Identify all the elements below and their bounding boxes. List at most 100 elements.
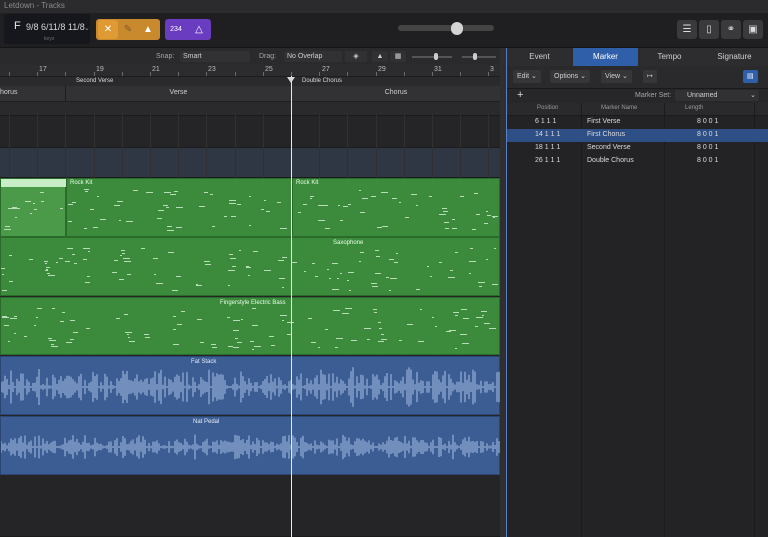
list-icon[interactable]: ▤ [743, 70, 758, 83]
lcd-display[interactable]: F 9/8 6/11/8 11/8 keys ⌄ [4, 14, 90, 44]
midi-note [455, 348, 457, 349]
midi-note [332, 289, 339, 290]
tracks-toolbar: Snap: Smart Drag: No Overlap ◈ ▲ ▦ [0, 48, 500, 66]
midi-note [261, 209, 264, 210]
midi-note [46, 269, 48, 270]
bar-ruler[interactable]: 17 19 21 23 25 27 29 31 3 [0, 65, 500, 77]
tab-signature[interactable]: Signature [702, 48, 767, 66]
midi-note [282, 320, 284, 321]
midi-note [325, 228, 330, 229]
midi-note [472, 229, 476, 230]
midi-note [252, 308, 256, 309]
midi-note [469, 261, 476, 262]
library-icon[interactable]: ▣ [743, 20, 763, 39]
midi-note [157, 218, 162, 219]
ruler-bar-number: 3 [490, 66, 494, 73]
loop-browser-icon[interactable]: ⚭ [721, 20, 741, 39]
midi-note [145, 337, 150, 338]
midi-note [46, 267, 50, 268]
tuner-icon[interactable]: △ [189, 20, 209, 39]
midi-note [51, 344, 54, 345]
drag-dropdown[interactable]: No Overlap [284, 51, 342, 62]
column-marker-name[interactable]: Marker Name [601, 105, 637, 111]
midi-note [375, 250, 379, 251]
region-nat-pedal[interactable]: Nat Pedal [0, 416, 500, 475]
midi-note [372, 286, 378, 287]
midi-note [128, 337, 130, 338]
list-item[interactable]: 6 1 1 1 First Verse 8 0 0 1 [507, 116, 768, 129]
region-bass[interactable]: Fingerstyle Electric Bass [0, 297, 500, 355]
master-volume-slider[interactable] [398, 25, 494, 31]
view-menu[interactable]: View ⌄ [601, 70, 632, 83]
arrangement-verse[interactable]: Verse [66, 86, 292, 101]
tab-marker[interactable]: Marker [573, 48, 638, 66]
midi-note [374, 312, 377, 313]
waveform [1, 434, 500, 460]
tab-tempo[interactable]: Tempo [637, 48, 702, 66]
marker-lane[interactable]: Second Verse Double Chorus [0, 77, 500, 86]
column-position[interactable]: Position [537, 105, 558, 111]
marker-set-dropdown[interactable]: Unnamed ⌄ [675, 90, 759, 101]
region-saxophone[interactable]: Saxophone [0, 237, 500, 296]
column-divider [664, 103, 665, 537]
region-rock-kit-2[interactable]: Rock Kit [292, 178, 500, 237]
list-editor-icon[interactable]: ☰ [677, 20, 697, 39]
midi-note [345, 308, 352, 309]
region-rock-kit-1[interactable]: Rock Kit [66, 178, 292, 237]
midi-note [378, 322, 381, 323]
marker-double-chorus[interactable]: Double Chorus [302, 78, 342, 84]
options-menu[interactable]: Options ⌄ [550, 70, 590, 83]
zoom-bar-icon[interactable]: ▦ [390, 51, 406, 62]
midi-note [72, 202, 76, 203]
midi-note [418, 341, 424, 342]
midi-note [310, 198, 312, 199]
midi-note [489, 328, 496, 329]
midi-in-icon[interactable]: ◈ [345, 51, 367, 62]
midi-note [246, 267, 251, 268]
count-in-icon[interactable]: 234 [166, 20, 186, 39]
list-item[interactable]: 14 1 1 1 First Chorus 8 0 0 1 [507, 129, 768, 142]
midi-note [119, 279, 124, 280]
midi-note [386, 277, 389, 278]
notepad-icon[interactable]: ▯ [699, 20, 719, 39]
midi-note [125, 332, 132, 333]
vertical-zoom-knob[interactable] [473, 53, 477, 60]
snap-dropdown[interactable]: Smart [180, 51, 250, 62]
midi-note [318, 347, 320, 348]
midi-note [8, 341, 10, 342]
list-item[interactable]: 26 1 1 1 Double Chorus 8 0 0 1 [507, 155, 768, 168]
arrangement-chorus-2[interactable]: Chorus [292, 86, 500, 101]
column-length[interactable]: Length [685, 105, 703, 111]
chevron-down-icon[interactable]: ⌄ [84, 24, 90, 32]
midi-note [381, 192, 388, 193]
midi-note [329, 278, 331, 279]
midi-note [264, 270, 271, 271]
midi-note [493, 217, 495, 218]
marker-position: 14 1 1 1 [535, 131, 561, 138]
midi-note [114, 205, 120, 206]
region-fat-stack[interactable]: Fat Stack [0, 356, 500, 415]
arrangement-chorus[interactable]: horus [0, 86, 66, 101]
catch-icon[interactable]: ↦ [643, 70, 657, 83]
pencil-icon[interactable]: ✎ [118, 20, 138, 39]
region-drum-left[interactable] [0, 178, 67, 237]
master-volume-knob[interactable] [451, 22, 463, 35]
midi-note [360, 212, 365, 213]
list-item[interactable]: 18 1 1 1 Second Verse 8 0 0 1 [507, 142, 768, 155]
midi-note [450, 270, 453, 271]
edit-menu[interactable]: Edit ⌄ [513, 70, 541, 83]
vertical-zoom-slider[interactable] [462, 56, 496, 58]
metronome-icon[interactable]: ▲ [138, 20, 158, 39]
cycle-icon[interactable]: ✕ [98, 20, 118, 39]
tab-event[interactable]: Event [507, 48, 572, 66]
midi-note [349, 290, 351, 291]
add-marker-button[interactable]: + [517, 89, 523, 101]
marker-second-verse[interactable]: Second Verse [76, 78, 113, 84]
midi-note [33, 203, 35, 204]
zoom-fit-icon[interactable]: ▲ [372, 51, 388, 62]
horizontal-zoom-knob[interactable] [434, 53, 438, 60]
playhead[interactable] [291, 76, 292, 537]
horizontal-zoom-slider[interactable] [412, 56, 452, 58]
playhead-handle[interactable] [287, 77, 295, 83]
midi-note [5, 226, 10, 227]
